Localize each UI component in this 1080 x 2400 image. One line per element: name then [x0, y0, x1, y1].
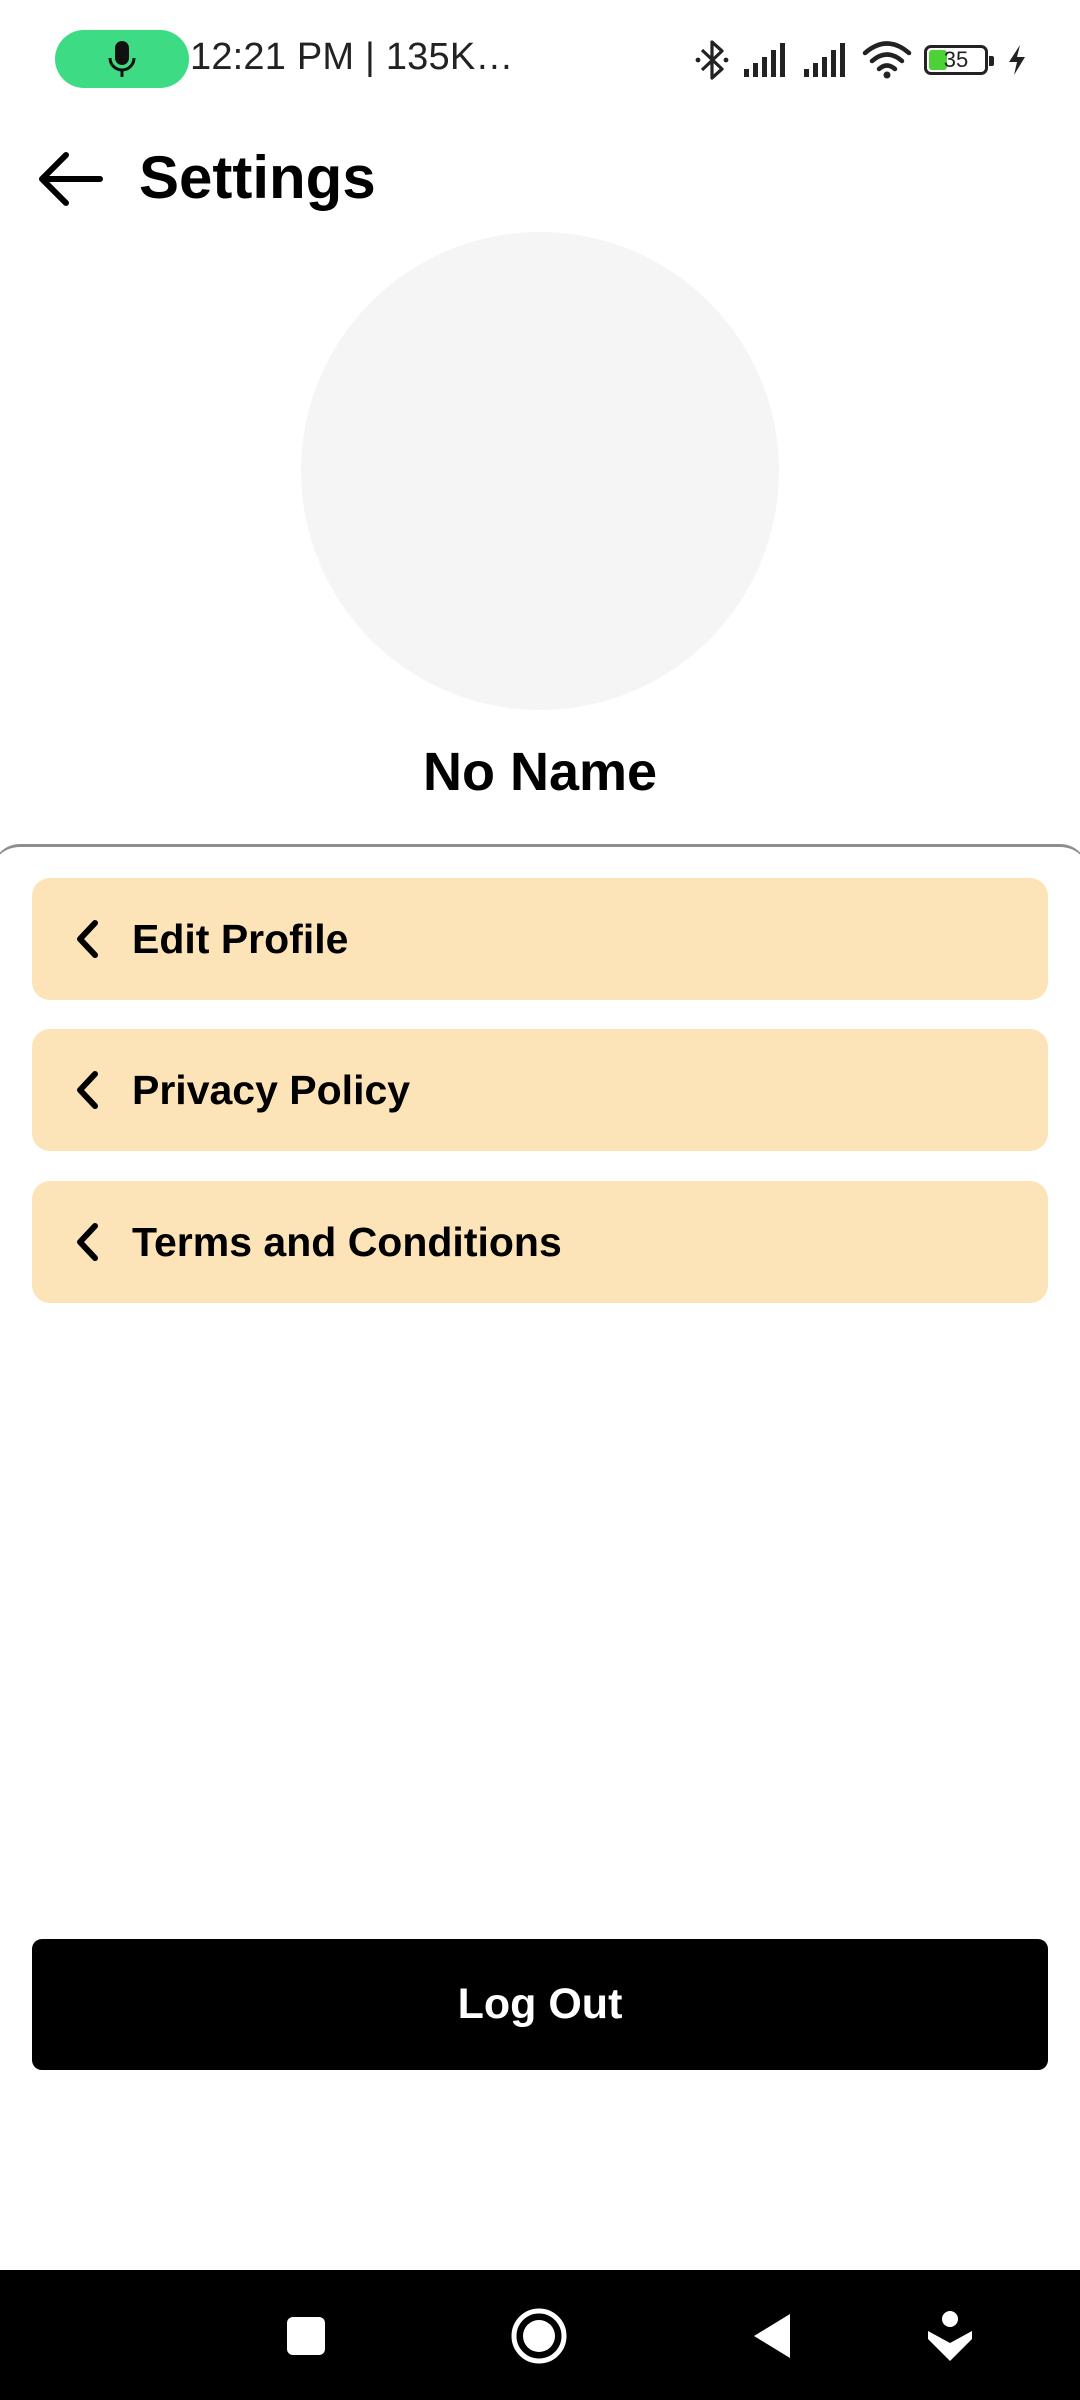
signal-icon: [804, 43, 845, 77]
microphone-indicator[interactable]: [55, 30, 189, 88]
signal-icon: [744, 43, 785, 77]
charging-icon: [1009, 45, 1025, 75]
menu-item-label: Terms and Conditions: [132, 1219, 562, 1265]
settings-screen: 12:21 PM | 135K… 35 Settings No Name Edi…: [0, 0, 1080, 2400]
status-icons: 35: [694, 34, 1028, 86]
microphone-icon: [108, 41, 136, 77]
home-icon: [511, 2308, 567, 2364]
recents-button[interactable]: [268, 2298, 344, 2374]
profile-name: No Name: [422, 742, 658, 802]
avatar[interactable]: [301, 232, 779, 710]
chevron-left-icon: [74, 1222, 114, 1262]
log-out-button[interactable]: Log Out: [32, 1939, 1048, 2070]
privacy-policy-button[interactable]: Privacy Policy: [32, 1029, 1048, 1151]
log-out-label: Log Out: [457, 1980, 623, 2028]
menu-item-label: Edit Profile: [132, 916, 349, 962]
wifi-icon: [862, 41, 912, 79]
back-nav-button[interactable]: [734, 2298, 810, 2374]
menu-item-label: Privacy Policy: [132, 1067, 411, 1113]
recents-icon: [287, 2317, 325, 2355]
status-bar: 12:21 PM | 135K… 35: [0, 0, 1080, 120]
terms-and-conditions-button[interactable]: Terms and Conditions: [32, 1181, 1048, 1303]
assistant-button[interactable]: [912, 2298, 988, 2374]
home-button[interactable]: [501, 2298, 577, 2374]
page-title: Settings: [139, 144, 376, 211]
battery-icon: 35: [924, 45, 994, 75]
back-icon: [754, 2314, 790, 2358]
battery-level: 35: [943, 47, 969, 72]
system-nav-bar: [0, 2270, 1080, 2400]
edit-profile-button[interactable]: Edit Profile: [32, 878, 1048, 1000]
back-button[interactable]: [30, 144, 110, 214]
chevron-left-icon: [74, 919, 114, 959]
arrow-left-icon: [39, 152, 103, 206]
chevron-left-icon: [74, 1070, 114, 1110]
status-time-text: 12:21 PM | 135K…: [190, 36, 514, 78]
bluetooth-icon: [695, 40, 729, 80]
assistant-icon: [928, 2311, 972, 2361]
app-header: Settings: [0, 120, 1080, 238]
